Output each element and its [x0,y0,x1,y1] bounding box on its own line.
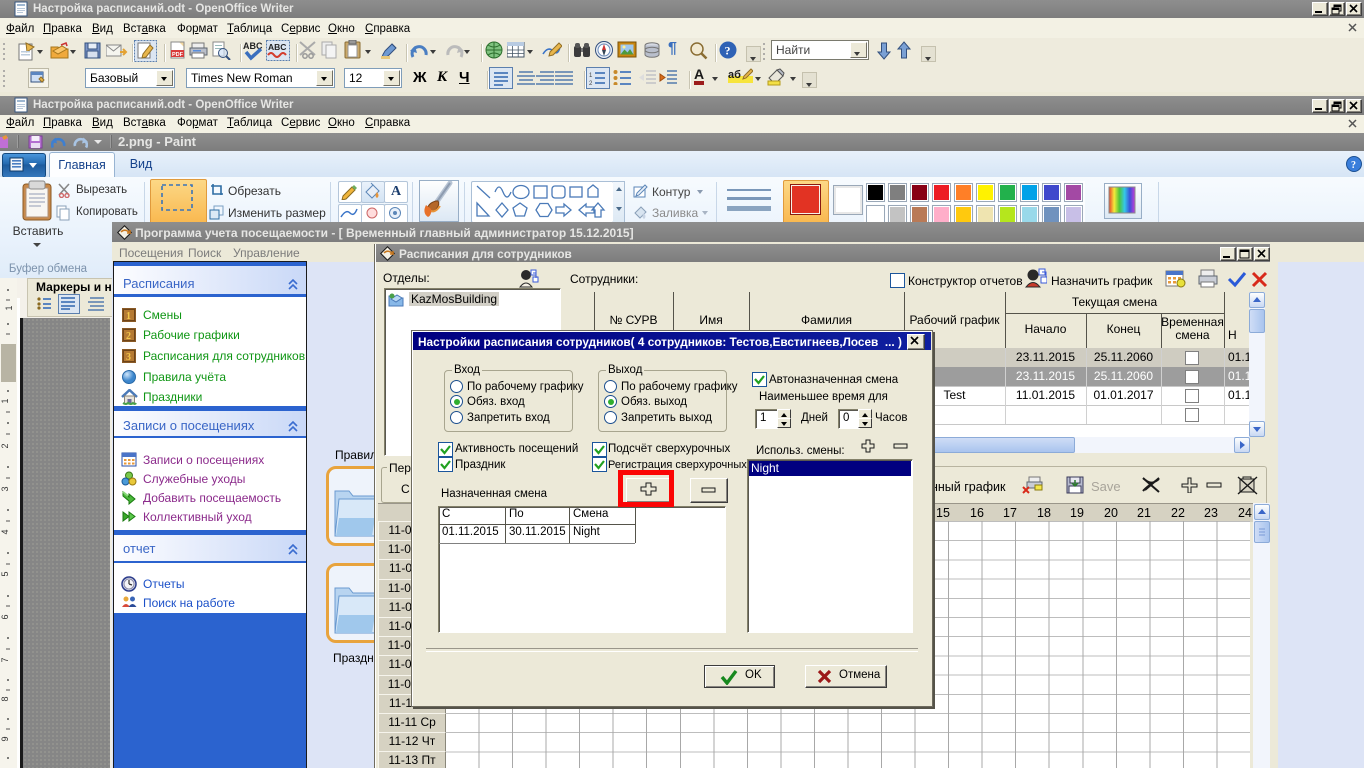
svg-text:1: 1 [4,305,14,310]
svg-text:1: 1 [0,398,10,403]
svg-text:?: ? [725,44,731,58]
svg-text:ABC: ABC [268,42,286,52]
svg-text:2: 2 [0,443,10,448]
svg-text:7: 7 [0,657,10,662]
svg-text:6: 6 [0,614,10,619]
svg-text:9: 9 [0,736,10,741]
svg-text:1: 1 [589,73,593,79]
svg-text:?: ? [1351,160,1356,171]
svg-text:3: 3 [0,486,10,491]
svg-text:8: 8 [0,696,10,701]
svg-text:3: 3 [126,352,131,363]
svg-text:5: 5 [0,571,10,576]
svg-text:PDF: PDF [172,52,184,58]
svg-text:1: 1 [126,311,131,322]
svg-text:4: 4 [0,529,10,534]
svg-text:2: 2 [589,81,593,87]
svg-text:2: 2 [126,331,131,342]
